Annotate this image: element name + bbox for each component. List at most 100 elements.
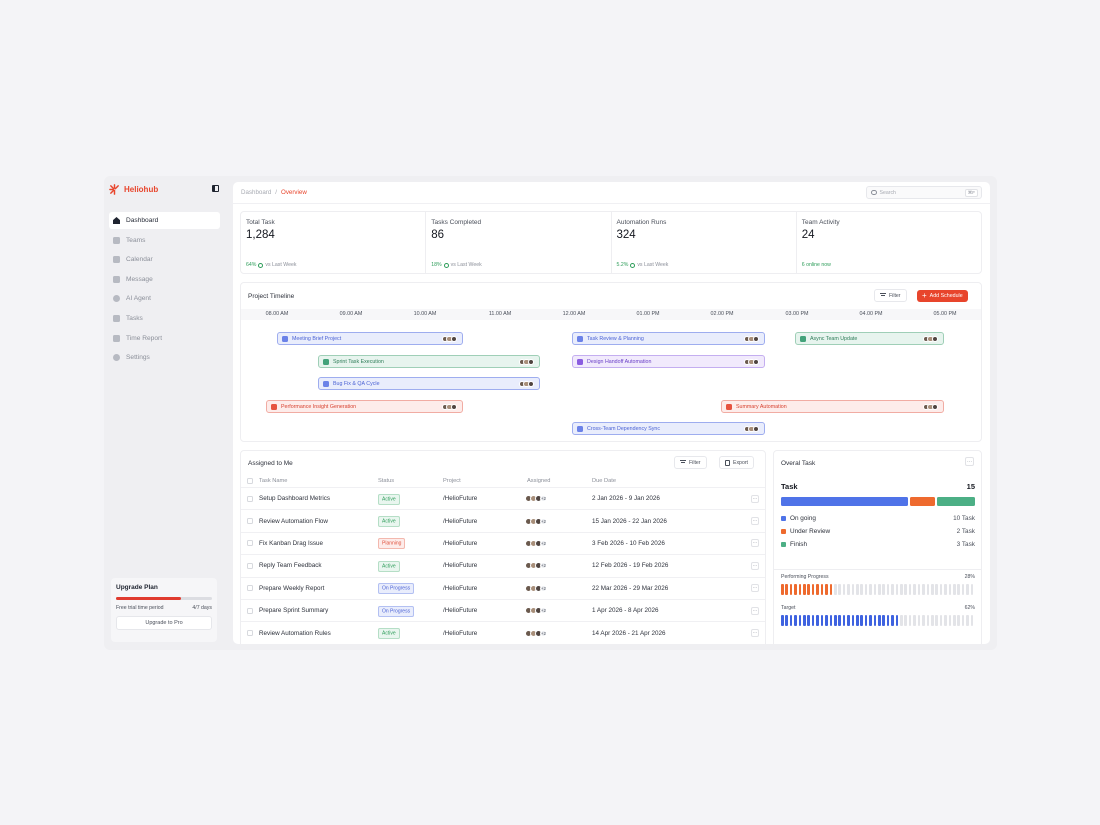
event-label: Cross-Team Dependency Sync <box>587 425 661 432</box>
timeline-event[interactable]: Meeting Brief Project <box>277 332 463 345</box>
column-header[interactable]: Project <box>443 478 461 484</box>
progress-tick <box>939 615 943 626</box>
sidebar-item-ai-agent[interactable]: AI Agent <box>109 290 220 307</box>
timeline-event[interactable]: Async Team Update <box>795 332 944 345</box>
select-all-checkbox[interactable] <box>247 478 253 484</box>
app-name: Heliohub <box>124 185 159 194</box>
add-schedule-button[interactable]: + Add Schedule <box>917 290 968 302</box>
divider <box>774 569 981 570</box>
timeline-event[interactable]: Cross-Team Dependency Sync <box>572 422 765 435</box>
row-checkbox[interactable] <box>247 518 253 525</box>
sidebar-item-tasks[interactable]: Tasks <box>109 310 220 327</box>
event-label: Summary Automation <box>736 403 787 410</box>
project-name[interactable]: /HelioFuture <box>443 540 477 547</box>
sidebar-item-message[interactable]: Message <box>109 271 220 288</box>
plus-icon: + <box>922 291 927 300</box>
sidebar-item-settings[interactable]: Settings <box>109 349 220 366</box>
timeline-event[interactable]: Design Handoff Automation <box>572 355 765 368</box>
sidebar-collapse-icon[interactable] <box>212 185 219 192</box>
progress-tick <box>922 615 925 626</box>
due-date: 12 Feb 2026 - 19 Feb 2026 <box>592 562 669 570</box>
project-name[interactable]: /HelioFuture <box>443 518 477 525</box>
progress-tick <box>930 615 934 626</box>
sidebar-item-teams[interactable]: Teams <box>109 232 220 249</box>
more-assignees-badge: +2 <box>540 517 547 525</box>
row-checkbox[interactable] <box>247 540 253 547</box>
table-row[interactable]: Review Automation Rules Active/HelioFutur… <box>241 621 765 643</box>
filter-label: Filter <box>689 459 701 466</box>
sidebar-item-calendar[interactable]: Calendar <box>109 251 220 268</box>
row-checkbox[interactable] <box>247 562 253 569</box>
timeline-event[interactable]: Performance Insight Generation <box>266 400 463 413</box>
progress-tick <box>820 615 824 626</box>
row-checkbox[interactable] <box>247 630 253 637</box>
project-name[interactable]: /HelioFuture <box>443 607 477 614</box>
project-timeline: Project Timeline Filter + Add Schedule 0… <box>240 282 982 442</box>
timeline-event[interactable]: Sprint Task Execution <box>318 355 540 368</box>
event-label: Performance Insight Generation <box>281 403 357 410</box>
sidebar-item-dashboard[interactable]: Dashboard <box>109 212 220 229</box>
stats-row: Total Task 1,284 64% vs Last Week Tasks C… <box>240 211 982 274</box>
project-name[interactable]: /HelioFuture <box>443 585 477 592</box>
table-row[interactable]: Prepare Weekly Report On Progress/HelioFu… <box>241 576 765 599</box>
column-header[interactable]: Due Date <box>592 478 616 484</box>
logo[interactable]: Heliohub <box>109 184 158 195</box>
project-name[interactable]: /HelioFuture <box>443 562 477 569</box>
avatar-group <box>518 380 534 387</box>
progress-tick <box>922 584 925 595</box>
column-header[interactable]: Assigned <box>527 478 550 484</box>
timeline-event[interactable]: Task Review & Planning <box>572 332 765 345</box>
table-row[interactable]: Fix Kanban Drag Issue Planning/HelioFutur… <box>241 531 765 554</box>
stat-card-automation-runs: Automation Runs 324 5.2% vs Last Week <box>612 212 797 273</box>
table-row[interactable]: Setup Dashboard Metrics Active/HelioFutur… <box>241 487 765 509</box>
timeline-filter-button[interactable]: Filter <box>874 289 907 302</box>
column-header[interactable]: Task Name <box>259 478 287 484</box>
row-checkbox[interactable] <box>247 585 253 592</box>
timeline-event[interactable]: Summary Automation <box>721 400 944 413</box>
search-input[interactable]: Search ⌘F <box>866 186 982 199</box>
row-checkbox[interactable] <box>247 495 253 502</box>
row-menu-button[interactable]: ··· <box>751 629 759 638</box>
progress-tick <box>882 584 885 595</box>
task-name: Review Automation Rules <box>259 629 331 637</box>
table-row[interactable]: Reply Team Feedback Active/HelioFuture +2 1… <box>241 554 765 576</box>
time-label: 12.00 AM <box>562 311 586 317</box>
export-button[interactable]: Export <box>719 456 754 469</box>
row-menu-button[interactable]: ··· <box>751 539 759 548</box>
project-name[interactable]: /HelioFuture <box>443 495 477 502</box>
progress-tick <box>895 615 899 626</box>
event-icon <box>271 403 277 410</box>
project-name[interactable]: /HelioFuture <box>443 630 477 637</box>
status-badge: Active <box>378 628 400 640</box>
progress-tick <box>917 584 921 595</box>
timeline-event[interactable]: Bug Fix & QA Cycle <box>318 377 540 390</box>
row-menu-button[interactable]: ··· <box>751 517 759 526</box>
avatar-group <box>922 335 938 342</box>
progress-tick <box>944 615 947 626</box>
progress-tick <box>860 615 863 626</box>
event-icon <box>282 335 288 342</box>
column-header[interactable]: Status <box>378 478 394 484</box>
row-menu-button[interactable]: ··· <box>751 494 759 503</box>
target-row: Target 62% <box>781 605 975 611</box>
more-options-button[interactable]: ··· <box>965 457 974 466</box>
progress-tick <box>833 584 837 595</box>
assigned-filter-button[interactable]: Filter <box>674 456 707 469</box>
event-label: Meeting Brief Project <box>292 335 342 342</box>
event-label: Task Review & Planning <box>587 335 644 342</box>
upgrade-button[interactable]: Upgrade to Pro <box>116 615 212 630</box>
sidebar-item-time-report[interactable]: Time Report <box>109 330 220 347</box>
row-checkbox[interactable] <box>247 607 253 614</box>
breadcrumb-root[interactable]: Dashboard <box>241 189 271 196</box>
progress-tick <box>811 584 815 595</box>
row-menu-button[interactable]: ··· <box>751 561 759 570</box>
avatar-group <box>441 403 457 410</box>
table-row[interactable]: Prepare Sprint Summary On Progress/HelioF… <box>241 599 765 621</box>
table-header: Task Name Status Project Assigned Due Da… <box>241 475 765 487</box>
row-menu-button[interactable]: ··· <box>751 606 759 615</box>
stat-value: 1,284 <box>246 229 275 241</box>
table-row[interactable]: Review Automation Flow Active/HelioFuture… <box>241 509 765 531</box>
row-menu-button[interactable]: ··· <box>751 584 759 593</box>
stat-card-tasks-completed: Tasks Completed 86 18% vs Last Week <box>426 212 612 273</box>
users-icon <box>113 236 120 244</box>
